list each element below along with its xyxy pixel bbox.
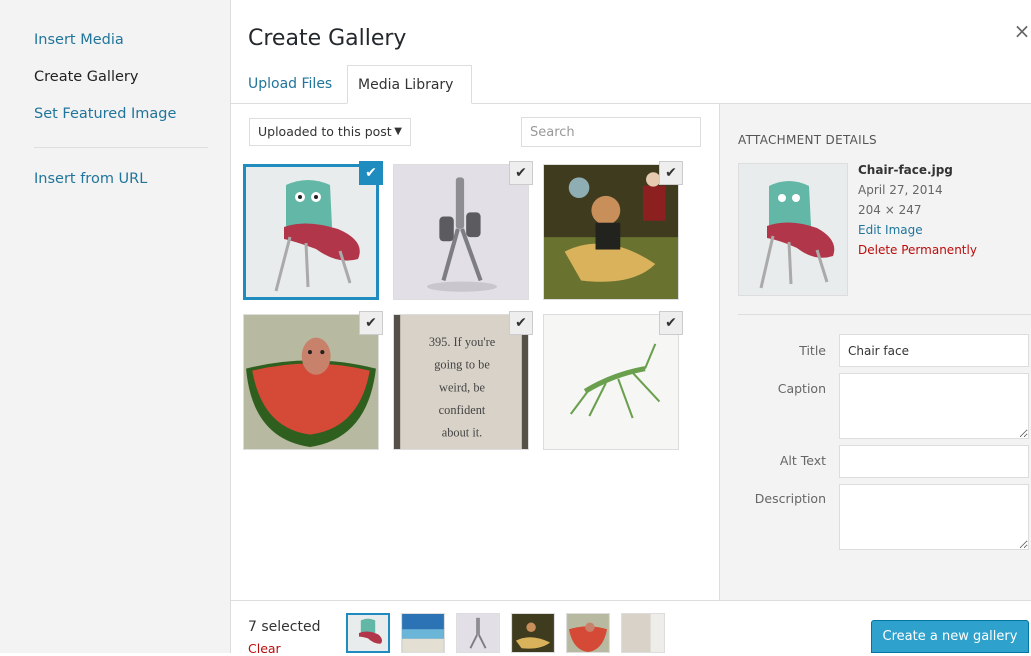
caption-label: Caption xyxy=(777,381,826,396)
chair-face-preview-image xyxy=(739,164,847,295)
search-input[interactable] xyxy=(521,117,701,147)
fork-figure-mini-image xyxy=(457,614,499,652)
chair-face-mini-image xyxy=(348,615,388,651)
quote-line: going to be xyxy=(434,358,490,372)
check-icon[interactable]: ✔ xyxy=(509,311,533,335)
check-icon[interactable]: ✔ xyxy=(659,311,683,335)
description-field[interactable] xyxy=(839,484,1029,550)
painting-image xyxy=(544,165,678,299)
selection-thumbnail[interactable] xyxy=(346,613,390,653)
quote-line: confident xyxy=(439,403,486,417)
menu-item-create-gallery[interactable]: Create Gallery xyxy=(34,69,138,85)
check-icon[interactable]: ✔ xyxy=(359,311,383,335)
tab-media-library[interactable]: Media Library xyxy=(347,65,472,104)
description-label: Description xyxy=(754,491,826,506)
title-label: Title xyxy=(799,343,826,358)
router-tabs: Upload Files Media Library xyxy=(230,65,1031,104)
quote-text-image: 395. If you're going to be weird, be con… xyxy=(394,315,528,449)
filter-selected-value: Uploaded to this post xyxy=(258,124,392,139)
alt-text-label: Alt Text xyxy=(779,453,826,468)
media-menu: Insert Media Create Gallery Set Featured… xyxy=(0,0,231,653)
menu-item-set-featured-image[interactable]: Set Featured Image xyxy=(34,106,176,122)
check-icon[interactable]: ✔ xyxy=(659,161,683,185)
close-icon[interactable]: × xyxy=(1013,20,1031,42)
selection-thumbnail[interactable] xyxy=(566,613,610,653)
check-icon[interactable]: ✔ xyxy=(509,161,533,185)
selection-count: 7 selected xyxy=(248,619,321,635)
selection-thumbnail[interactable] xyxy=(511,613,555,653)
selection-thumbnail[interactable] xyxy=(621,613,665,653)
page-title: Create Gallery xyxy=(248,26,407,51)
selected-check-icon[interactable]: ✔ xyxy=(359,161,383,185)
attachment-preview xyxy=(738,163,848,296)
caption-field[interactable] xyxy=(839,373,1029,439)
quote-line: weird, be xyxy=(439,380,485,394)
quote-line: about it. xyxy=(442,426,483,440)
selection-thumbnail[interactable] xyxy=(456,613,500,653)
painting-mini-image xyxy=(512,614,554,652)
attachment-filename: Chair-face.jpg xyxy=(858,163,953,177)
attachment-details-sidebar: ATTACHMENT DETAILS Chair-face.jpg April … xyxy=(719,104,1031,600)
create-gallery-button[interactable]: Create a new gallery xyxy=(871,620,1029,653)
menu-item-insert-media[interactable]: Insert Media xyxy=(34,32,124,48)
watermelon-image xyxy=(244,315,378,449)
mantis-image xyxy=(544,315,678,449)
attachment-dimensions: 204 × 247 xyxy=(858,203,922,217)
beach-mini-image xyxy=(402,614,444,652)
quote-line: 395. If you're xyxy=(429,335,496,349)
attachment-info: Chair-face.jpg April 27, 2014 204 × 247 … xyxy=(858,160,977,260)
edit-image-link[interactable]: Edit Image xyxy=(858,220,977,240)
attachments-browser: Uploaded to this post ▼ ✔ ✔ xyxy=(231,104,719,600)
fork-figure-image xyxy=(394,165,528,299)
attachment-filter-select[interactable]: Uploaded to this post ▼ xyxy=(249,118,411,146)
clear-selection-link[interactable]: Clear xyxy=(248,641,281,656)
alt-text-field[interactable] xyxy=(839,445,1029,478)
attachment-details-heading: ATTACHMENT DETAILS xyxy=(738,133,877,147)
delete-permanently-link[interactable]: Delete Permanently xyxy=(858,240,977,260)
attachment-date: April 27, 2014 xyxy=(858,183,943,197)
selection-thumbnail[interactable] xyxy=(401,613,445,653)
menu-separator xyxy=(34,147,208,148)
quote-mini-image xyxy=(622,614,664,652)
dropdown-arrow-icon: ▼ xyxy=(394,126,402,137)
title-field[interactable] xyxy=(839,334,1029,367)
chair-face-image xyxy=(246,167,376,297)
tab-upload-files[interactable]: Upload Files xyxy=(238,65,342,103)
media-toolbar: 7 selected Clear Create a new gallery xyxy=(231,600,1031,656)
watermelon-mini-image xyxy=(567,614,609,652)
details-separator xyxy=(738,314,1031,315)
menu-item-insert-from-url[interactable]: Insert from URL xyxy=(34,171,147,187)
